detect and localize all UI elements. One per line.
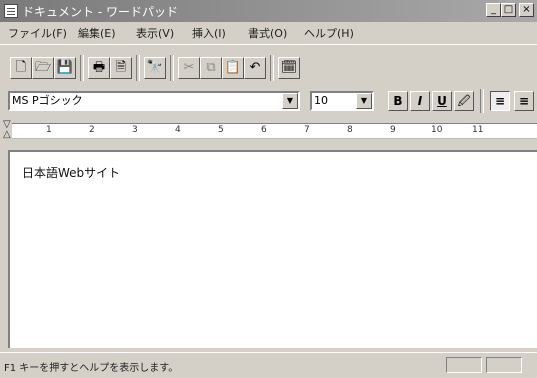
document-area[interactable]: 日本語Webサイト <box>8 150 537 348</box>
status-pane <box>486 357 522 373</box>
menu-insert[interactable]: 挿入(I) <box>192 25 226 41</box>
cut-icon[interactable]: ✂ <box>178 57 200 79</box>
status-bar: F1 キーを押すとヘルプを表示します。 <box>0 352 537 378</box>
ruler-label: 4 <box>175 125 181 135</box>
menu-format[interactable]: 書式(O) <box>248 25 287 41</box>
ruler-label: 2 <box>89 125 95 135</box>
chevron-down-icon[interactable]: ▼ <box>282 93 298 109</box>
ruler-strip[interactable]: 1 2 3 4 5 6 7 8 9 10 11 <box>12 123 537 139</box>
ruler-label: 8 <box>347 125 353 135</box>
ruler-label: 7 <box>304 125 310 135</box>
close-button[interactable]: × <box>519 3 534 17</box>
maximize-button[interactable]: □ <box>501 3 516 17</box>
status-pane <box>446 357 482 373</box>
ruler-label: 9 <box>390 125 396 135</box>
format-toolbar: MS Pゴシック ▼ 10 ▼ B I U 🖉 ≡ ≡ <box>0 86 537 114</box>
open-folder-icon[interactable]: 🗁 <box>32 57 54 79</box>
toolbar-separator <box>270 55 274 81</box>
align-left-button[interactable]: ≡ <box>490 91 510 111</box>
copy-icon[interactable]: ⧉ <box>200 57 222 79</box>
toolbar-separator <box>170 55 174 81</box>
new-document-icon[interactable]: 🗋 <box>10 57 32 79</box>
ruler-label: 3 <box>132 125 138 135</box>
standard-toolbar: 🗋 🗁 💾 🖶 🗎 🔭 ✂ ⧉ 📋 ↶ 🗓 <box>0 44 537 85</box>
underline-button[interactable]: U <box>432 91 452 111</box>
ruler-label: 11 <box>472 125 484 135</box>
wordpad-app-icon[interactable] <box>4 4 18 18</box>
print-icon[interactable]: 🖶 <box>88 57 110 79</box>
font-size-combo[interactable]: 10 ▼ <box>310 91 374 111</box>
italic-button[interactable]: I <box>410 91 430 111</box>
ruler-label: 1 <box>46 125 52 135</box>
menu-file[interactable]: ファイル(F) <box>8 25 67 41</box>
menu-help[interactable]: ヘルプ(H) <box>304 25 354 41</box>
font-name-combo[interactable]: MS Pゴシック ▼ <box>8 91 300 111</box>
paste-icon[interactable]: 📋 <box>222 57 244 79</box>
window-title: ドキュメント - ワードパッド <box>22 5 178 19</box>
toolbar-separator <box>80 55 84 81</box>
document-text[interactable]: 日本語Webサイト <box>22 164 120 181</box>
title-bar[interactable]: ドキュメント - ワードパッド _ □ × <box>0 0 537 22</box>
save-disk-icon[interactable]: 💾 <box>54 57 76 79</box>
font-size-value: 10 <box>314 94 328 107</box>
menu-edit[interactable]: 編集(E) <box>78 25 116 41</box>
ruler-label: 10 <box>431 125 443 135</box>
ruler-label: 5 <box>218 125 224 135</box>
menu-bar: ファイル(F) 編集(E) 表示(V) 挿入(I) 書式(O) ヘルプ(H) <box>0 22 537 42</box>
undo-icon[interactable]: ↶ <box>244 57 266 79</box>
font-name-value: MS Pゴシック <box>12 94 83 107</box>
find-binoculars-icon[interactable]: 🔭 <box>144 57 166 79</box>
minimize-button[interactable]: _ <box>486 3 501 17</box>
chevron-down-icon[interactable]: ▼ <box>356 93 372 109</box>
ruler-label: 6 <box>261 125 267 135</box>
align-center-button[interactable]: ≡ <box>514 91 534 111</box>
insert-datetime-icon[interactable]: 🗓 <box>278 57 300 79</box>
status-text: F1 キーを押すとヘルプを表示します。 <box>4 363 179 374</box>
print-preview-icon[interactable]: 🗎 <box>110 57 132 79</box>
menu-view[interactable]: 表示(V) <box>136 25 174 41</box>
wordpad-window: ドキュメント - ワードパッド _ □ × ファイル(F) 編集(E) 表示(V… <box>0 0 537 378</box>
bold-button[interactable]: B <box>388 91 408 111</box>
font-color-button[interactable]: 🖉 <box>454 91 474 111</box>
toolbar-separator <box>136 55 140 81</box>
toolbar-separator <box>480 89 484 113</box>
ruler: ▽ △ 1 2 3 4 5 6 7 8 9 10 11 <box>0 118 537 144</box>
